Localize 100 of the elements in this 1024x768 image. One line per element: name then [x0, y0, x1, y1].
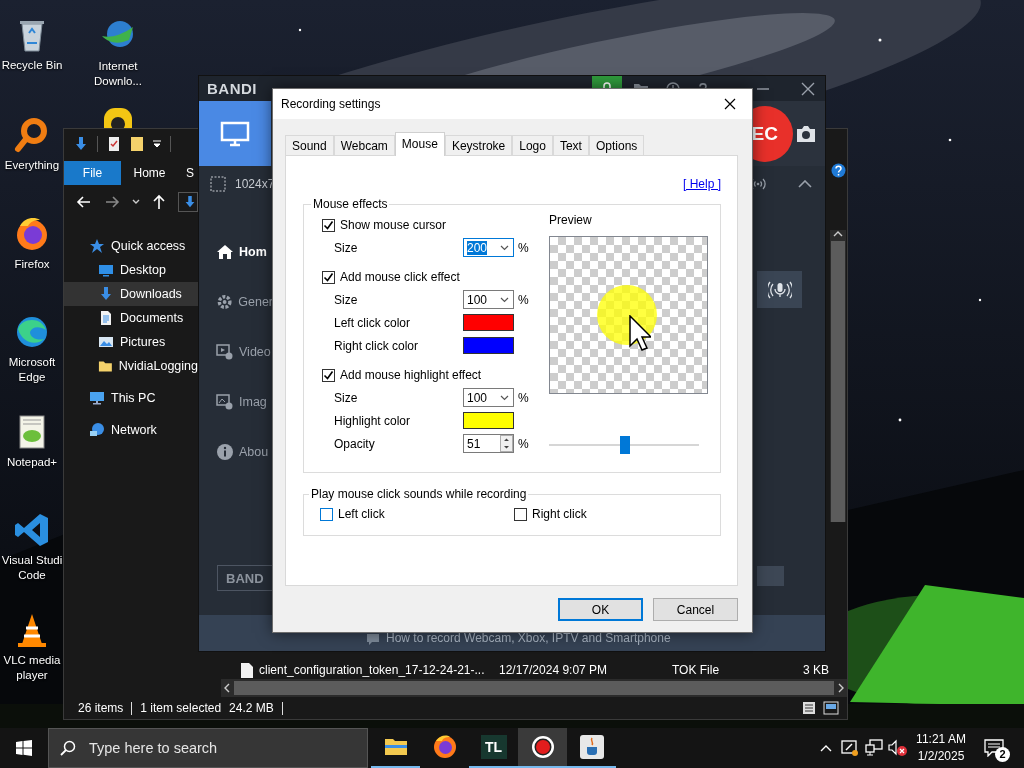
record-icon: [529, 734, 556, 760]
spin-box[interactable]: 51: [463, 434, 514, 453]
address-field[interactable]: [178, 192, 198, 212]
clock[interactable]: 11:21 AM 1/2/2025: [910, 731, 972, 765]
desktop-icon-label[interactable]: Visual Studi Code: [1, 553, 63, 583]
size-dropdown[interactable]: 200: [463, 238, 514, 257]
tab[interactable]: Logo: [512, 135, 553, 155]
status-text: 1 item selected: [140, 701, 222, 715]
notification-button[interactable]: 2: [976, 728, 1012, 768]
nav-item[interactable]: Gener: [199, 277, 273, 327]
horizontal-scrollbar[interactable]: [221, 679, 847, 697]
download-arrow-icon[interactable]: [73, 136, 89, 152]
chevron-down-icon: [500, 296, 509, 303]
desktop-icon-label[interactable]: Internet Downlo...: [79, 59, 157, 89]
checkbox[interactable]: Add mouse highlight effect: [322, 368, 482, 382]
search-icon[interactable]: [60, 740, 76, 756]
file-size: 3 KB: [803, 663, 829, 677]
network-icon[interactable]: [865, 739, 883, 757]
volume-muted-icon[interactable]: [888, 739, 908, 757]
microphone-icon: [767, 280, 792, 299]
back-arrow-icon[interactable]: [76, 194, 92, 210]
nav-item[interactable]: Quick access: [64, 234, 198, 258]
dialog-button[interactable]: Cancel: [653, 598, 738, 621]
close-icon: [724, 98, 736, 110]
size-dropdown[interactable]: 100: [463, 290, 514, 309]
chevron-down-icon[interactable]: [132, 198, 140, 206]
unit-label: %: [518, 292, 529, 307]
vertical-scrollbar[interactable]: [830, 230, 846, 522]
setting-label: Size: [334, 390, 359, 405]
tab[interactable]: Webcam: [333, 135, 395, 155]
nav-item[interactable]: Network: [64, 418, 198, 442]
desktop-icon-label[interactable]: Notepad+: [6, 455, 58, 470]
nav-item[interactable]: Hom: [199, 227, 273, 277]
nav-item[interactable]: Abou: [199, 427, 273, 477]
setting-label: Size: [334, 292, 359, 307]
checkbox[interactable]: Show mouse cursor: [322, 218, 447, 232]
dialog-title: Recording settings: [281, 97, 381, 111]
nav-item[interactable]: Documents: [64, 306, 198, 330]
computer-icon: [89, 390, 105, 406]
unit-label: %: [518, 390, 529, 405]
desktop-icon-label[interactable]: Recycle Bin: [1, 58, 63, 73]
size-dropdown[interactable]: 100: [463, 388, 514, 407]
nav-item[interactable]: Video: [199, 327, 273, 377]
nav-item[interactable]: Desktop: [64, 258, 198, 282]
desktop-icon-label[interactable]: Everything: [4, 158, 60, 173]
nav-item[interactable]: Pictures: [64, 330, 198, 354]
slider-thumb[interactable]: [620, 436, 631, 454]
dropdown-icon[interactable]: [152, 139, 162, 149]
pen-icon[interactable]: [841, 739, 859, 757]
ribbon-tab[interactable]: Home: [121, 161, 178, 185]
picture-icon: [98, 334, 114, 350]
checkbox[interactable]: Left click: [320, 507, 514, 521]
download-arrow-icon: [98, 286, 114, 302]
folder-icon[interactable]: [130, 136, 144, 152]
selection-area-icon[interactable]: [210, 176, 226, 192]
color-swatch[interactable]: [463, 337, 514, 354]
screen-mode-tab[interactable]: [199, 101, 271, 166]
checkbox[interactable]: Add mouse click effect: [322, 270, 460, 284]
tab[interactable]: Sound: [285, 135, 334, 155]
nav-item[interactable]: This PC: [64, 386, 198, 410]
group-title: Mouse effects: [312, 197, 389, 211]
chat-icon: [366, 633, 380, 645]
microphone-button[interactable]: [757, 271, 802, 308]
windows-logo-icon: [16, 740, 32, 756]
help-icon[interactable]: [830, 163, 846, 178]
status-text: 24.2 MB: [229, 701, 274, 715]
nav-item[interactable]: Imag: [199, 377, 273, 427]
taskbar-app[interactable]: [518, 728, 567, 768]
checkbox[interactable]: Right click: [514, 507, 720, 521]
dialog-button[interactable]: OK: [558, 598, 643, 621]
desktop-icon-label[interactable]: VLC media player: [1, 653, 63, 683]
help-link[interactable]: [ Help ]: [683, 177, 721, 193]
tab[interactable]: Mouse: [394, 132, 445, 156]
scroll-up-icon: [833, 230, 843, 238]
search-field[interactable]: Type here to search: [48, 728, 368, 768]
details-view-icon[interactable]: [802, 701, 816, 715]
tab[interactable]: Options: [588, 135, 645, 155]
nav-item[interactable]: Downloads: [64, 282, 198, 306]
desktop-icon-label[interactable]: Firefox: [14, 257, 50, 272]
nav-item[interactable]: NvidiaLogging: [64, 354, 198, 378]
camera-icon[interactable]: [795, 124, 817, 143]
tiles-view-icon[interactable]: [823, 701, 839, 715]
forward-arrow-icon[interactable]: [104, 194, 120, 210]
close-icon[interactable]: [801, 81, 815, 96]
setting-label: Opacity: [334, 436, 376, 451]
desktop-icon-label[interactable]: Microsoft Edge: [1, 355, 63, 385]
cup-icon: [578, 734, 605, 760]
color-swatch[interactable]: [463, 412, 514, 429]
spin-arrows-icon: [500, 435, 513, 452]
checklist-icon[interactable]: [106, 136, 122, 152]
color-swatch[interactable]: [463, 314, 514, 331]
network-icon: [89, 422, 105, 438]
tab[interactable]: Text: [552, 135, 589, 155]
setting-label: Left click color: [334, 315, 412, 330]
tip-link[interactable]: How to record Webcam, Xbox, IPTV and Smartphone: [386, 631, 671, 645]
file-type: TOK File: [672, 663, 721, 677]
ribbon-tab[interactable]: File: [64, 161, 121, 185]
tab[interactable]: Keystroke: [444, 135, 513, 155]
up-arrow-icon[interactable]: [152, 194, 166, 210]
ribbon-tab[interactable]: S: [178, 161, 198, 185]
